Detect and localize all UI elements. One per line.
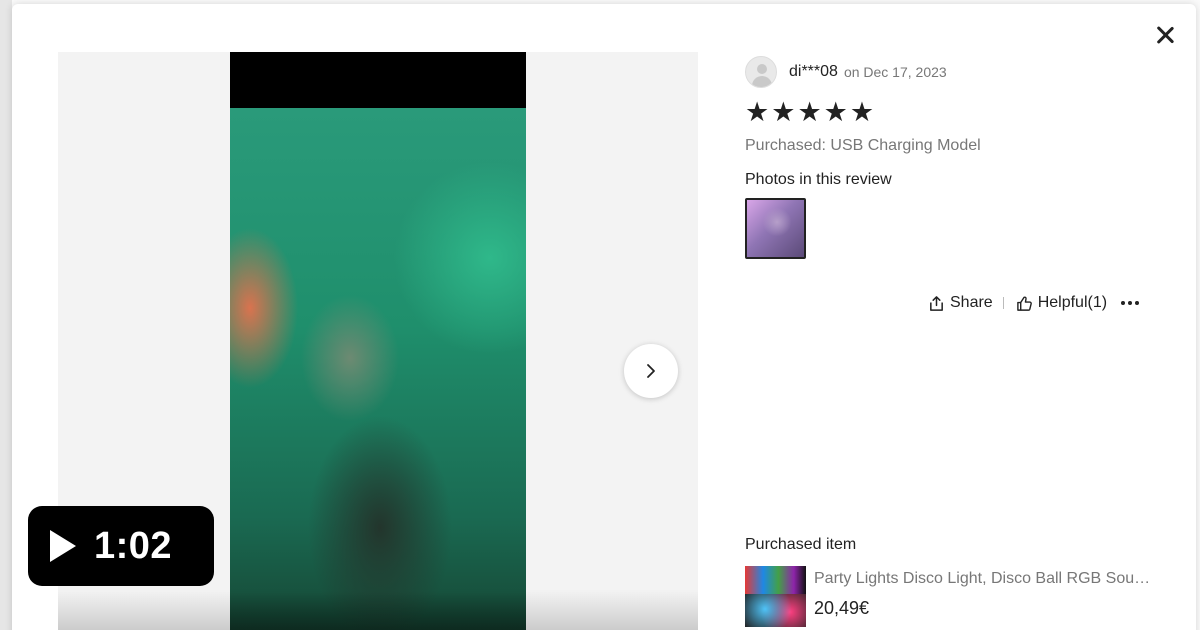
- helpful-label: Helpful(1): [1037, 294, 1108, 311]
- reviewer-info: di***08 on Dec 17, 2023: [745, 56, 947, 88]
- star-icon: ★: [771, 97, 796, 127]
- review-actions: Share Helpful(1): [928, 294, 1140, 312]
- star-icon: ★: [849, 97, 875, 127]
- star-icon: ★: [823, 97, 848, 127]
- purchased-item-card[interactable]: Party Lights Disco Light, Disco Ball RGB…: [745, 566, 1154, 627]
- purchased-item-thumbnail[interactable]: [745, 566, 806, 627]
- next-media-button[interactable]: [624, 344, 678, 398]
- purchased-item-heading: Purchased item: [745, 536, 857, 553]
- chevron-right-icon: [647, 364, 655, 378]
- dot: [1128, 301, 1133, 305]
- reviewer-name: di***08: [789, 63, 838, 80]
- background-strip: [0, 0, 12, 630]
- video-duration: 1:02: [94, 524, 173, 567]
- review-video[interactable]: [230, 52, 526, 630]
- dot: [1135, 301, 1140, 305]
- play-icon: [50, 530, 76, 562]
- dot: [1121, 301, 1126, 305]
- video-controls: [58, 590, 698, 630]
- purchased-item-info: Party Lights Disco Light, Disco Ball RGB…: [814, 566, 1154, 627]
- review-date: on Dec 17, 2023: [843, 64, 947, 80]
- star-rating: ★ ★ ★ ★ ★: [745, 98, 874, 126]
- purchased-item-price: 20,49€: [814, 598, 870, 618]
- more-icon[interactable]: [1121, 301, 1140, 305]
- review-panel: di***08 on Dec 17, 2023 ★ ★ ★ ★ ★ Purcha…: [745, 4, 1165, 630]
- review-photo-thumbnail[interactable]: [745, 198, 806, 259]
- video-duration-badge[interactable]: 1:02: [28, 506, 214, 586]
- share-label: Share: [950, 294, 993, 311]
- helpful-button[interactable]: Helpful(1): [1016, 294, 1107, 312]
- purchased-item-title[interactable]: Party Lights Disco Light, Disco Ball RGB…: [814, 570, 1154, 588]
- purchased-variant: Purchased: USB Charging Model: [745, 137, 981, 154]
- star-icon: ★: [745, 97, 770, 127]
- share-icon: [930, 295, 943, 311]
- star-icon: ★: [797, 97, 822, 127]
- divider: [1002, 297, 1004, 309]
- share-button[interactable]: Share: [928, 294, 993, 312]
- photos-heading: Photos in this review: [745, 171, 892, 188]
- video-frame: [230, 108, 526, 630]
- thumbs-up-icon: [1016, 295, 1032, 311]
- avatar: [745, 56, 777, 88]
